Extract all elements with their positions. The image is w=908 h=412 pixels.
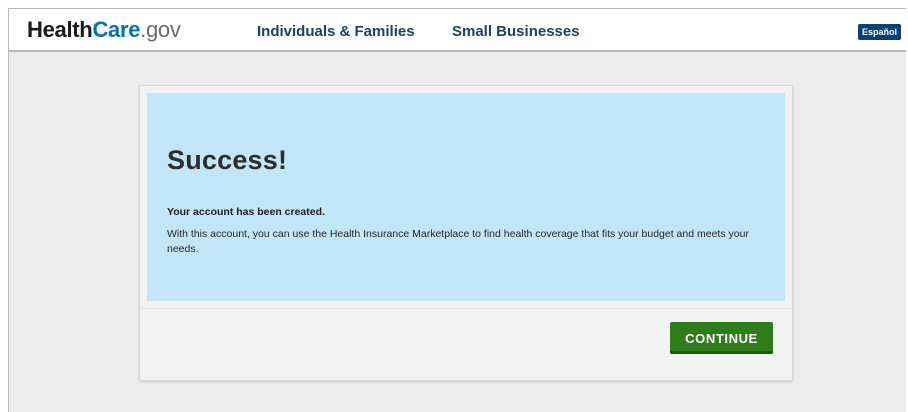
account-created-message: Your account has been created. — [167, 206, 325, 218]
continue-button[interactable]: CONTINUE — [670, 322, 773, 354]
success-heading: Success! — [167, 145, 288, 175]
browser-viewport: HealthCare.gov Individuals & Families Sm… — [8, 8, 906, 412]
success-notice: Success! Your account has been created. … — [147, 93, 785, 301]
nav-individuals-families[interactable]: Individuals & Families — [257, 23, 415, 40]
logo-text-health: Health — [27, 17, 93, 42]
account-description: With this account, you can use the Healt… — [167, 228, 749, 255]
language-toggle-button[interactable]: Español — [857, 24, 901, 40]
logo-text-care: Care — [92, 17, 141, 42]
card-divider — [140, 308, 792, 309]
nav-small-businesses[interactable]: Small Businesses — [452, 23, 580, 40]
account-created-card: Success! Your account has been created. … — [139, 85, 793, 381]
logo-text-gov: .gov — [140, 17, 181, 42]
site-header: HealthCare.gov Individuals & Families Sm… — [9, 9, 906, 52]
healthcare-gov-logo[interactable]: HealthCare.gov — [27, 18, 181, 42]
